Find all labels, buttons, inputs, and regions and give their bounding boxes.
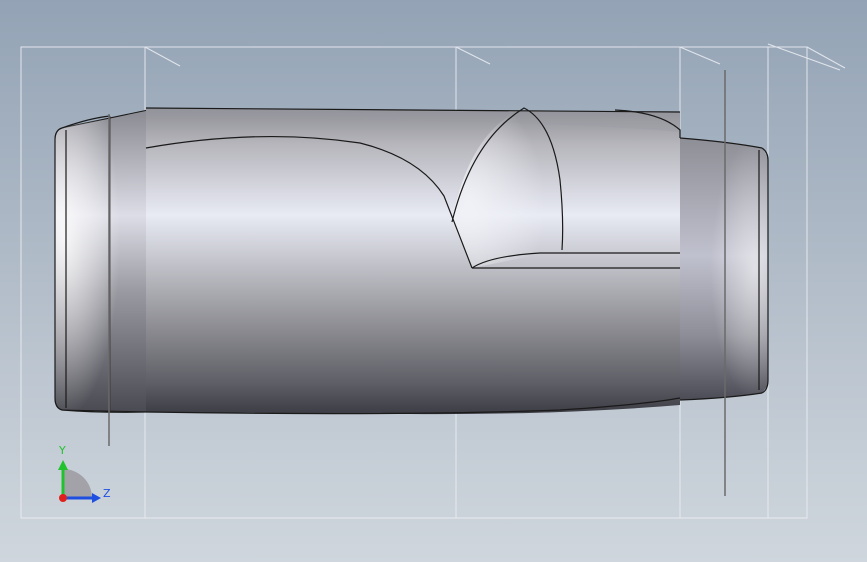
plane-diag-2 [455,46,491,65]
model-view[interactable]: Y Z [0,0,867,562]
graphics-viewport[interactable]: Y Z [0,0,867,562]
main-cylinder-face[interactable] [146,108,680,415]
plane-diag-1 [144,46,181,67]
triad-y-label: Y [58,444,66,457]
orientation-triad[interactable]: Y Z [58,444,111,503]
triad-z-arrow-icon [92,493,101,503]
part-body[interactable] [54,107,769,415]
triad-x-axis-dot [59,494,67,502]
plane-diag-4 [767,43,841,71]
left-cap-highlight [55,110,148,412]
triad-y-arrow-icon [58,460,68,470]
right-taper-highlight [680,138,768,400]
triad-z-label: Z [103,487,111,500]
plane-diag-3 [679,46,721,65]
triad-quarter-disc [63,469,92,498]
